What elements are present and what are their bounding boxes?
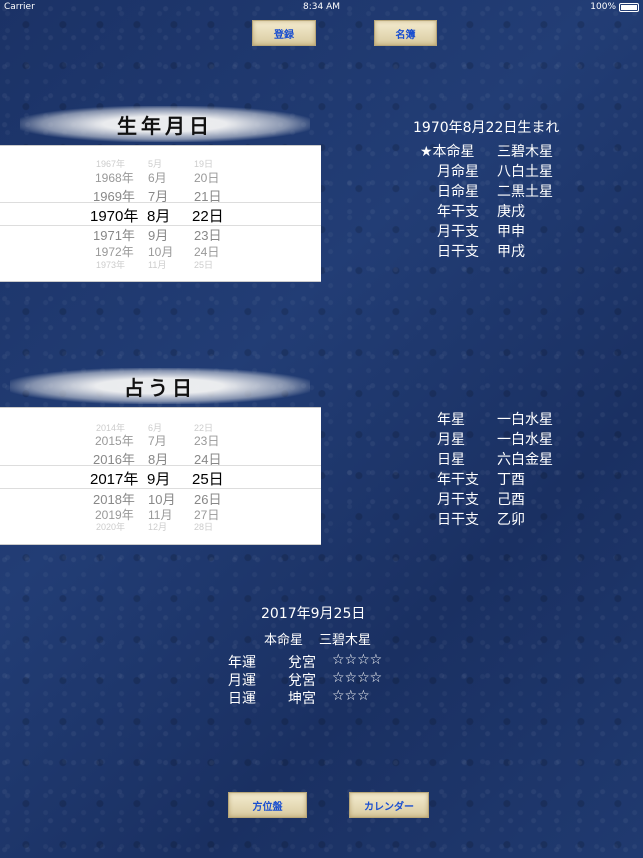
summary-date: 2017年9月25日 (261, 606, 366, 622)
battery-indicator: 100% (590, 2, 639, 12)
fortune-date-picker[interactable]: 2014年 6月 22日 2015年 7月 23日 2016年 8月 24日 2… (0, 407, 321, 545)
picker-row[interactable]: 1969年 7月 21日 (0, 186, 321, 206)
fortune-day-header: 占う日 (10, 368, 310, 404)
picker-row[interactable]: 1971年 9月 23日 (0, 225, 321, 245)
roster-button[interactable]: 名簿 (374, 20, 437, 46)
picker-row-selected[interactable]: 2017年 9月 25日 (0, 468, 321, 488)
battery-percent: 100% (590, 2, 616, 12)
register-button[interactable]: 登録 (252, 20, 316, 46)
birthdate-picker[interactable]: 1967年 5月 19日 1968年 6月 20日 1969年 7月 21日 1… (0, 145, 321, 282)
battery-icon (619, 2, 639, 12)
birthdate-header: 生年月日 (20, 106, 310, 142)
calendar-button[interactable]: カレンダー (349, 792, 429, 818)
picker-row-selected[interactable]: 1970年 8月 22日 (0, 205, 321, 225)
clock: 8:34 AM (303, 2, 340, 12)
direction-board-button[interactable]: 方位盤 (228, 792, 307, 818)
picker-row[interactable]: 2016年 8月 24日 (0, 449, 321, 469)
picker-row[interactable]: 2020年 12月 28日 (0, 520, 321, 540)
status-bar: Carrier 8:34 AM 100% (0, 0, 643, 14)
birth-info-title: 1970年8月22日生まれ (413, 120, 560, 136)
picker-row[interactable]: 1973年 11月 25日 (0, 258, 321, 278)
